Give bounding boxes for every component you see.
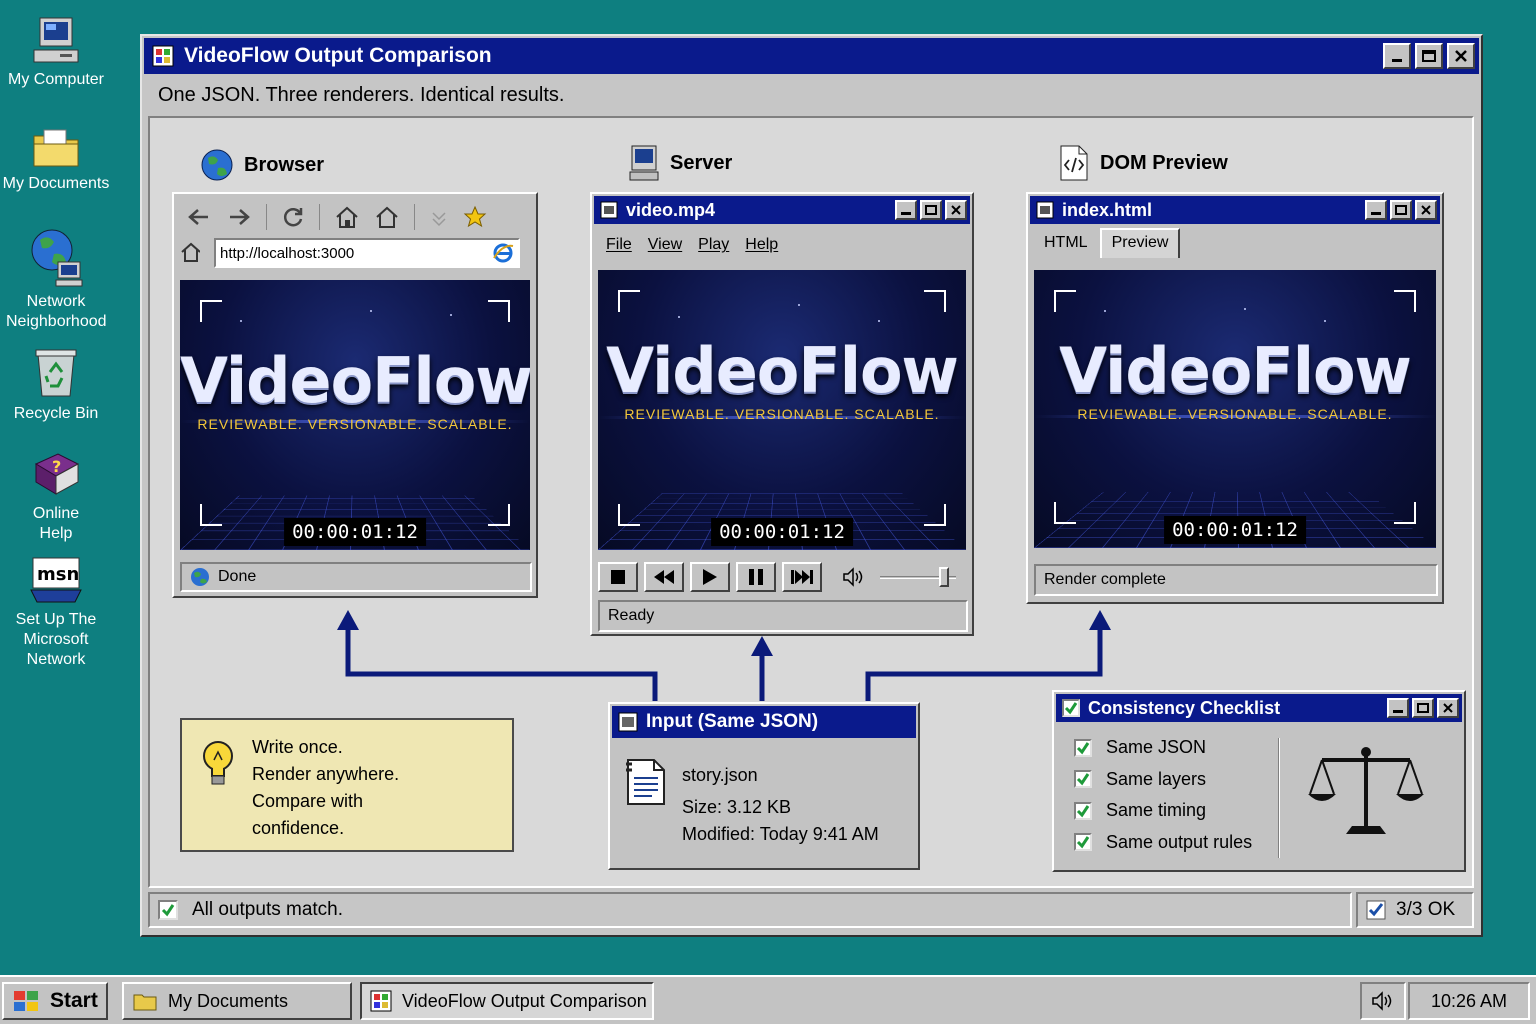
- arrowhead-dom: [1089, 610, 1111, 630]
- desktop-icon-label: Set Up The Microsoft Network: [15, 611, 97, 668]
- consistency-checklist-window: Consistency Checklist Same JSON Same lay…: [1052, 690, 1466, 872]
- desktop-icon-network[interactable]: Network Neighborhood: [0, 226, 112, 332]
- maximize-icon: [1417, 703, 1429, 713]
- maximize-button[interactable]: [1412, 698, 1434, 718]
- desktop-icon-label: Network Neighborhood: [6, 293, 107, 330]
- checkmark-icon: [1062, 699, 1080, 717]
- svg-text:msn: msn: [37, 564, 79, 585]
- input-size: Size: 3.12 KB: [682, 797, 792, 817]
- network-globe-icon: [31, 229, 83, 287]
- task-videoflow[interactable]: VideoFlow Output Comparison: [360, 982, 654, 1020]
- desktop-icon-msn[interactable]: msn Set Up The Microsoft Network: [0, 556, 112, 670]
- checklist-items: Same JSON Same layers Same timing Same o…: [1074, 732, 1280, 858]
- note-line: confidence.: [252, 818, 345, 838]
- checkbox-checked-icon: [1074, 833, 1092, 852]
- task-my-documents[interactable]: My Documents: [122, 982, 352, 1020]
- main-window: VideoFlow Output Comparison One JSON. Th…: [140, 34, 1483, 937]
- minimize-icon: [1392, 59, 1402, 62]
- arrowhead-server: [751, 636, 773, 656]
- checklist-item[interactable]: Same output rules: [1074, 827, 1280, 859]
- start-button[interactable]: Start: [2, 982, 108, 1020]
- note-line: Compare with: [252, 791, 364, 811]
- computer-icon: [33, 17, 79, 63]
- checklist-item[interactable]: Same timing: [1074, 795, 1280, 827]
- app-icon: [370, 990, 392, 1012]
- desktop-icon-my-documents[interactable]: My Documents: [0, 126, 112, 194]
- help-book-icon: ?: [34, 453, 80, 495]
- main-titlebar[interactable]: VideoFlow Output Comparison: [144, 38, 1479, 74]
- minimize-button[interactable]: [1383, 43, 1411, 69]
- checklist-titlebar[interactable]: Consistency Checklist: [1056, 694, 1462, 722]
- recycle-bin-icon: [35, 349, 77, 397]
- speaker-icon: [1372, 991, 1392, 1011]
- clock-time: 10:26 AM: [1430, 990, 1508, 1011]
- minimize-icon: [1393, 710, 1403, 713]
- lightbulb-icon: [203, 741, 233, 785]
- tray-volume[interactable]: [1360, 982, 1406, 1020]
- comparison-area: Browser Server DOM Preview http://localh…: [148, 116, 1474, 888]
- app-icon: [152, 45, 174, 67]
- checkbox-checked-icon: [158, 900, 178, 920]
- json-file-icon: [626, 759, 665, 805]
- taskbar: Start My Documents VideoFlow Output Comp…: [0, 975, 1536, 1024]
- desktop-icon-label: My Computer: [7, 71, 105, 88]
- checkbox-checked-icon: [1074, 738, 1092, 757]
- svg-text:?: ?: [52, 457, 61, 476]
- desktop-icon-label: Online Help: [32, 505, 80, 542]
- msn-icon: msn: [30, 557, 82, 603]
- note-line: Write once.: [252, 737, 343, 757]
- desktop-icon-label: Recycle Bin: [13, 405, 99, 422]
- desktop-icon-label: My Documents: [2, 175, 110, 192]
- input-filename: story.json: [682, 765, 758, 785]
- note-line: Render anywhere.: [252, 764, 400, 784]
- input-json-window: Input (Same JSON) story.json Size: 3.12 …: [608, 702, 920, 870]
- window-title: VideoFlow Output Comparison: [184, 44, 492, 67]
- desktop-icon-online-help[interactable]: ? Online Help: [0, 450, 112, 544]
- checkbox-checked-icon: [1074, 801, 1092, 820]
- folder-icon: [133, 994, 157, 1011]
- status-message: All outputs match.: [192, 899, 344, 920]
- close-icon: [1455, 50, 1467, 62]
- main-status-bar: All outputs match.: [148, 892, 1352, 928]
- minimize-button[interactable]: [1387, 698, 1409, 718]
- input-modified: Modified: Today 9:41 AM: [682, 824, 879, 844]
- close-icon: [1443, 703, 1453, 713]
- checkbox-checked-icon: [1366, 900, 1386, 920]
- balance-scale-icon: [1308, 747, 1424, 834]
- checklist-item[interactable]: Same JSON: [1074, 732, 1280, 764]
- status-count: 3/3 OK: [1396, 899, 1456, 920]
- tray-clock[interactable]: 10:26 AM: [1408, 982, 1530, 1020]
- windows-logo-icon: [14, 991, 38, 1011]
- checkbox-checked-icon: [1074, 770, 1092, 789]
- checklist-title: Consistency Checklist: [1088, 697, 1281, 718]
- input-title: Input (Same JSON): [646, 711, 819, 732]
- maximize-button[interactable]: [1415, 43, 1443, 69]
- arrowhead-browser: [337, 610, 359, 630]
- desktop-icon-recycle-bin[interactable]: Recycle Bin: [0, 346, 112, 424]
- desktop-icon-my-computer[interactable]: My Computer: [0, 16, 112, 90]
- status-count-field: 3/3 OK: [1356, 892, 1474, 928]
- checklist-item[interactable]: Same layers: [1074, 764, 1280, 796]
- tip-note: Write once. Render anywhere. Compare wit…: [180, 718, 514, 852]
- close-button[interactable]: [1447, 43, 1475, 69]
- json-window-icon: [618, 712, 638, 732]
- folder-icon: [33, 129, 79, 167]
- maximize-icon: [1422, 50, 1436, 62]
- window-subtitle: One JSON. Three renderers. Identical res…: [158, 84, 565, 106]
- close-button[interactable]: [1437, 698, 1459, 718]
- input-titlebar[interactable]: Input (Same JSON): [612, 706, 916, 738]
- arrow-to-browser: [345, 623, 658, 701]
